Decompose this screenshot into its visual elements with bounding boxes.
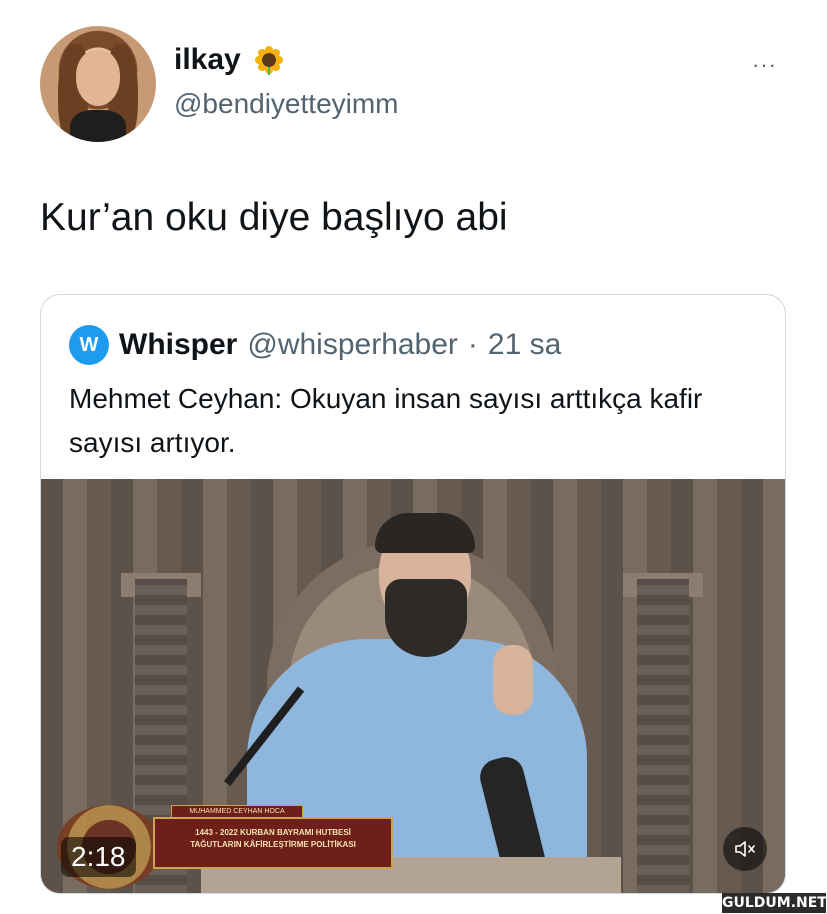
video-lower-third: 1443 - 2022 KURBAN BAYRAMI HUTBESİ TAĞUT… (153, 817, 393, 869)
speaker-muted-icon (735, 841, 755, 857)
quoted-timestamp[interactable]: 21 sa (488, 328, 561, 362)
quoted-tweet-header: W Whisper @whisperhaber · 21 sa (69, 325, 561, 365)
separator-dot: · (467, 328, 478, 361)
avatar-face (76, 50, 120, 106)
video-speaker-beard (385, 579, 467, 657)
site-watermark: GULDUM.NET (722, 893, 827, 913)
author-name-row[interactable]: ilkay (174, 44, 285, 76)
quoted-tweet-text: Mehmet Ceyhan: Okuyan insan sayısı arttı… (69, 383, 703, 458)
video-overlay-line2: TAĞUTLARIN KÂFİRLEŞTİRME POLİTİKASI (190, 840, 356, 849)
author-handle[interactable]: @bendiyetteyimm (174, 88, 399, 120)
mute-button[interactable] (723, 827, 767, 871)
video-speaker-hair (375, 513, 475, 553)
video-pillar-right (637, 579, 689, 893)
more-options-button[interactable]: ··· (752, 52, 777, 78)
sunflower-icon (254, 46, 283, 75)
quoted-tweet-card[interactable]: W Whisper @whisperhaber · 21 sa Mehmet C… (40, 294, 786, 894)
video-duration-badge: 2:18 (61, 837, 136, 877)
video-overlay-line1: 1443 - 2022 KURBAN BAYRAMI HUTBESİ (195, 828, 351, 837)
whisper-logo-icon[interactable]: W (69, 325, 109, 365)
author-avatar[interactable] (40, 26, 156, 142)
quoted-author-name[interactable]: Whisper (119, 328, 237, 362)
video-thumbs-up (493, 645, 533, 715)
quoted-author-handle[interactable]: @whisperhaber (247, 328, 458, 362)
tweet-text: Kur’an oku diye başlıyo abi (40, 196, 508, 239)
avatar-clothing (70, 110, 126, 142)
author-name[interactable]: ilkay (174, 45, 241, 75)
video-player[interactable]: MUHAMMED CEYHAN HOCA 1443 - 2022 KURBAN … (41, 479, 785, 893)
